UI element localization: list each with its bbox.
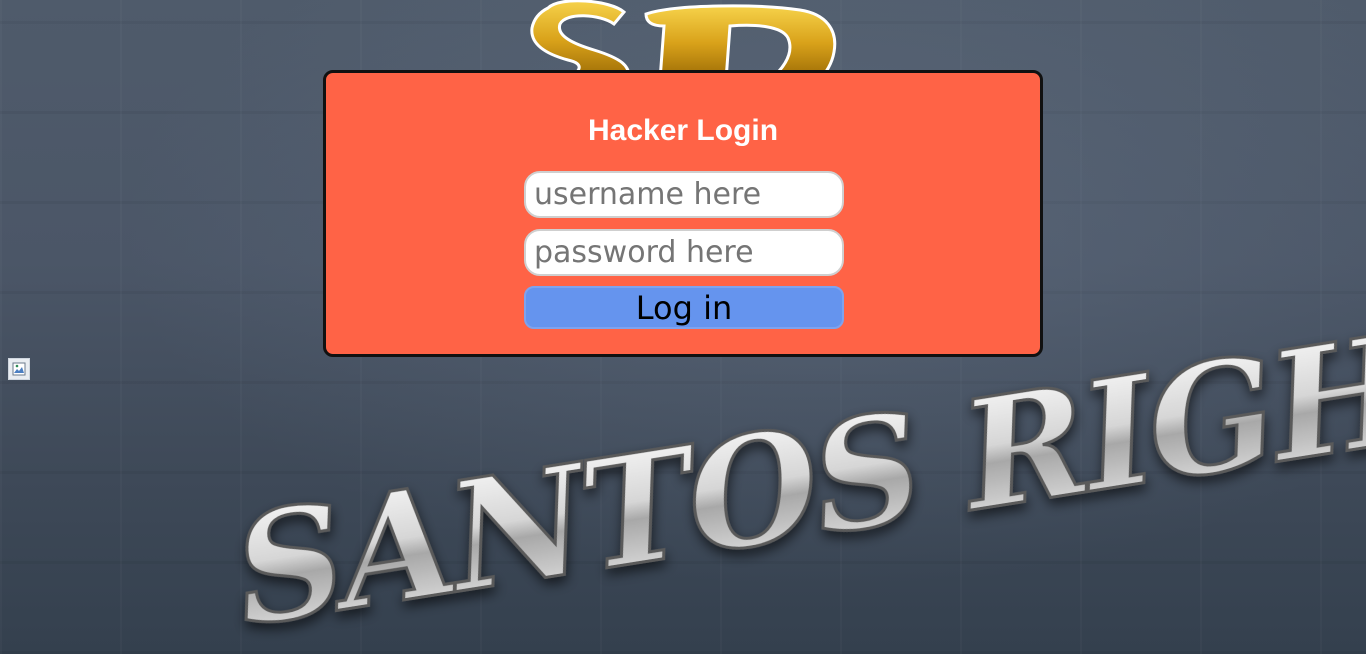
username-input[interactable] <box>524 171 844 218</box>
login-button[interactable]: Log in <box>524 286 844 329</box>
login-card: Hacker Login Log in <box>323 70 1043 357</box>
password-input[interactable] <box>524 229 844 276</box>
login-title: Hacker Login <box>587 114 779 147</box>
